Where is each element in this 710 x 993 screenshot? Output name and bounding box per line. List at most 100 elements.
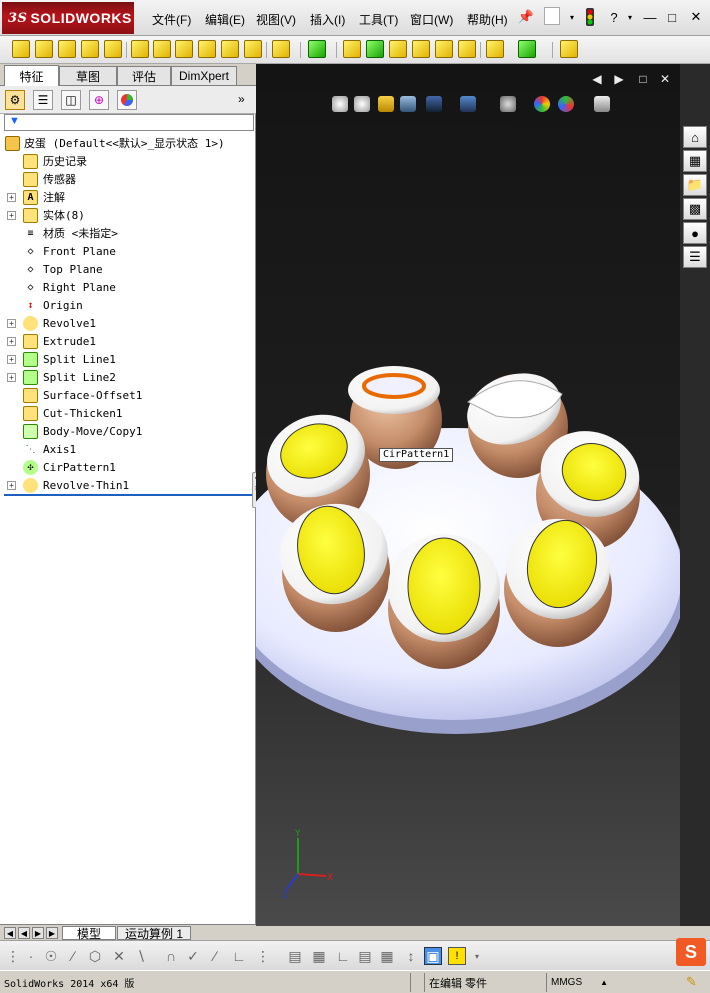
lofted-cut-icon[interactable] bbox=[221, 40, 239, 58]
tree-item[interactable]: ◇ Right Plane bbox=[0, 278, 256, 296]
tree-expand-icon[interactable]: + bbox=[7, 192, 16, 202]
status-units[interactable]: MMGS ▲ bbox=[546, 973, 666, 992]
menu-tools[interactable]: 工具(T) bbox=[359, 11, 398, 28]
restore-window-icon[interactable]: □ bbox=[662, 7, 682, 27]
appearances-scenes-icon[interactable]: ● bbox=[683, 222, 707, 244]
pin-menu-icon[interactable]: 📌 bbox=[516, 7, 536, 27]
sketch-fillet-icon[interactable]: ⋮ bbox=[254, 947, 272, 965]
dimxpert-manager-icon[interactable]: ⊕ bbox=[89, 90, 109, 110]
revolved-boss-icon[interactable] bbox=[35, 40, 53, 58]
rollback-bar[interactable] bbox=[4, 494, 252, 496]
minimize-window-icon[interactable]: — bbox=[640, 7, 660, 27]
tree-root-part[interactable]: 皮蛋 (Default<<默认>_显示状态 1>) bbox=[0, 134, 256, 152]
trim-icon[interactable]: ∩ bbox=[162, 947, 180, 965]
shell-icon[interactable] bbox=[412, 40, 430, 58]
polygon-icon[interactable]: ⬡ bbox=[86, 947, 104, 965]
view-cube-icon[interactable]: ▣ bbox=[424, 947, 442, 965]
mirror-entities-icon[interactable]: ✓ bbox=[184, 947, 202, 965]
ime-sogou-icon[interactable]: S bbox=[676, 938, 706, 966]
view-palette-icon[interactable]: ▩ bbox=[683, 198, 707, 220]
tab-model[interactable]: 模型 bbox=[62, 926, 116, 941]
tree-item[interactable]: + Revolve1 bbox=[0, 314, 256, 332]
tree-expand-icon[interactable]: + bbox=[7, 318, 16, 328]
rebuild-traffic-light-icon[interactable] bbox=[580, 7, 600, 27]
fillet-icon[interactable] bbox=[272, 40, 290, 58]
sketch-table-icon[interactable]: ▦ bbox=[378, 947, 396, 965]
close-window-icon[interactable]: ✕ bbox=[686, 7, 706, 27]
rapid-sketch-icon[interactable]: ▤ bbox=[286, 947, 304, 965]
line-icon[interactable]: ∕ bbox=[64, 947, 82, 965]
file-explorer-icon[interactable]: 📁 bbox=[683, 174, 707, 196]
warning-icon[interactable]: ! bbox=[448, 947, 466, 965]
extruded-boss-icon[interactable] bbox=[12, 40, 30, 58]
table-icon[interactable]: ▤ bbox=[356, 947, 374, 965]
boundary-boss-icon[interactable] bbox=[104, 40, 122, 58]
rib-icon[interactable] bbox=[343, 40, 361, 58]
tree-item[interactable]: ≡ 材质 <未指定> bbox=[0, 224, 256, 242]
menu-help[interactable]: 帮助(H) bbox=[467, 11, 508, 28]
rebuild-status-icon[interactable]: ✎ bbox=[686, 974, 697, 990]
tree-item[interactable]: 历史记录 bbox=[0, 152, 256, 170]
feature-manager-icon[interactable]: ⚙ bbox=[5, 90, 25, 110]
tab-sketch[interactable]: 草图 bbox=[59, 66, 117, 85]
menu-edit[interactable]: 编辑(E) bbox=[205, 11, 245, 28]
offset-entities-icon[interactable]: ∕ bbox=[206, 947, 224, 965]
graphics-area[interactable]: ◀ ▶ □ ✕ Y X Z CirPattern1 bbox=[256, 64, 680, 926]
property-manager-icon[interactable]: ☰ bbox=[33, 90, 53, 110]
tree-item[interactable]: Cut-Thicken1 bbox=[0, 404, 256, 422]
circle-icon[interactable]: ☉ bbox=[42, 947, 60, 965]
tree-item[interactable]: + Extrude1 bbox=[0, 332, 256, 350]
hole-wizard-icon[interactable] bbox=[153, 40, 171, 58]
menu-view[interactable]: 视图(V) bbox=[256, 11, 296, 28]
help-dropdown-icon[interactable]: ▾ bbox=[620, 7, 640, 27]
display-manager-icon[interactable] bbox=[117, 90, 137, 110]
configuration-manager-icon[interactable]: ◫ bbox=[61, 90, 81, 110]
tree-item[interactable]: Body-Move/Copy1 bbox=[0, 422, 256, 440]
lofted-boss-icon[interactable] bbox=[81, 40, 99, 58]
tree-expand-icon[interactable]: + bbox=[7, 210, 16, 220]
first-tab-icon[interactable]: ◀ bbox=[4, 927, 16, 939]
last-tab-icon[interactable]: ▶ bbox=[46, 927, 58, 939]
add-relation-icon[interactable]: ∟ bbox=[334, 947, 352, 965]
tree-item[interactable]: + Split Line2 bbox=[0, 368, 256, 386]
move-entities-icon[interactable]: ↕ bbox=[402, 947, 420, 965]
tree-item[interactable]: ◇ Top Plane bbox=[0, 260, 256, 278]
swept-cut-icon[interactable] bbox=[198, 40, 216, 58]
tab-features[interactable]: 特征 bbox=[4, 65, 59, 86]
prev-tab-icon[interactable]: ◀ bbox=[18, 927, 30, 939]
design-library-icon[interactable]: ▦ bbox=[683, 150, 707, 172]
tree-item[interactable]: + Split Line1 bbox=[0, 350, 256, 368]
extruded-cut-icon[interactable] bbox=[131, 40, 149, 58]
reference-geometry-icon[interactable] bbox=[486, 40, 504, 58]
tab-motion-study[interactable]: 运动算例 1 bbox=[117, 926, 191, 941]
curves-icon[interactable] bbox=[518, 40, 536, 58]
tree-item[interactable]: ↕ Origin bbox=[0, 296, 256, 314]
menu-window[interactable]: 窗口(W) bbox=[410, 11, 453, 28]
tree-item[interactable]: ⋱ Axis1 bbox=[0, 440, 256, 458]
wrap-icon[interactable] bbox=[366, 40, 384, 58]
tree-expand-icon[interactable]: + bbox=[7, 336, 16, 346]
new-dropdown-icon[interactable]: ▾ bbox=[562, 7, 582, 27]
tree-expand-icon[interactable]: + bbox=[7, 372, 16, 382]
tab-dimxpert[interactable]: DimXpert bbox=[171, 66, 237, 85]
linear-pattern-icon[interactable] bbox=[308, 40, 326, 58]
custom-properties-icon[interactable]: ☰ bbox=[683, 246, 707, 268]
tab-evaluate[interactable]: 评估 bbox=[117, 66, 171, 85]
mirror-icon[interactable] bbox=[435, 40, 453, 58]
menu-file[interactable]: 文件(F) bbox=[152, 11, 191, 28]
draft-icon[interactable] bbox=[389, 40, 407, 58]
tree-item[interactable]: + Revolve-Thin1 bbox=[0, 476, 256, 494]
solidworks-logo[interactable]: 3S SOLIDWORKS bbox=[2, 2, 134, 34]
swept-boss-icon[interactable] bbox=[58, 40, 76, 58]
point-icon[interactable]: · bbox=[22, 947, 40, 965]
new-document-icon[interactable] bbox=[544, 7, 560, 25]
tree-item[interactable]: + 实体(8) bbox=[0, 206, 256, 224]
toolbar-dropdown-icon[interactable]: ▾ bbox=[468, 947, 486, 965]
expand-panel-icon[interactable]: » bbox=[238, 92, 245, 106]
tree-item[interactable]: Surface-Offset1 bbox=[0, 386, 256, 404]
grid-icon[interactable]: ▦ bbox=[310, 947, 328, 965]
centerline-icon[interactable]: ∖ bbox=[132, 947, 150, 965]
tree-item[interactable]: ✣ CirPattern1 bbox=[0, 458, 256, 476]
convert-entities-icon[interactable]: ∟ bbox=[230, 947, 248, 965]
boundary-cut-icon[interactable] bbox=[244, 40, 262, 58]
